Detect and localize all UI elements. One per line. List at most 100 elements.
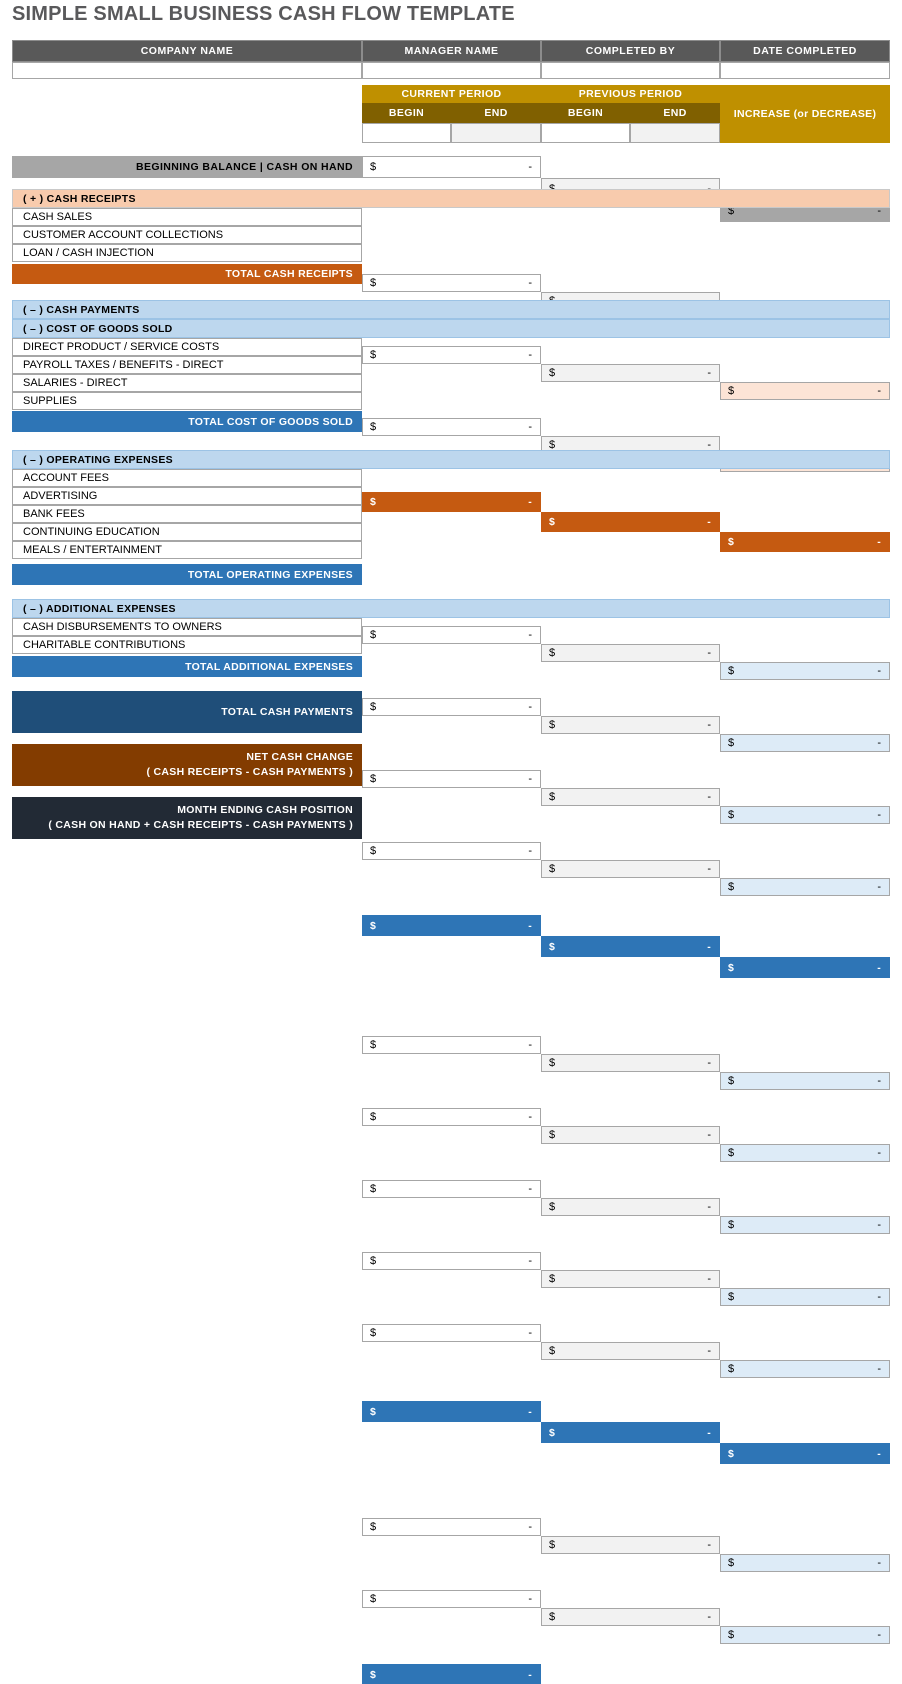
- row-value-salaries-direct-increase[interactable]: $ -: [720, 806, 890, 824]
- value-dash: -: [877, 1075, 881, 1087]
- value-dash: -: [877, 1219, 881, 1231]
- row-value-bank-fees-previous[interactable]: $ -: [541, 1198, 720, 1216]
- row-value-salaries-direct-previous[interactable]: $ -: [541, 788, 720, 806]
- value-dash: -: [528, 1668, 532, 1681]
- row-value-charitable-contributions-previous[interactable]: $ -: [541, 1608, 720, 1626]
- value-dash: -: [707, 1129, 711, 1141]
- period-header-previous: PREVIOUS PERIOD: [541, 85, 720, 103]
- row-value-customer-account-collections-increase[interactable]: $ -: [720, 382, 890, 400]
- period-input-current-end[interactable]: [451, 123, 541, 143]
- value-dash: -: [528, 349, 532, 361]
- row-value-direct-product-service-costs-increase[interactable]: $ -: [720, 662, 890, 680]
- value-dash: -: [707, 940, 711, 953]
- row-value-continuing-education-previous[interactable]: $ -: [541, 1270, 720, 1288]
- value-dash: -: [528, 421, 532, 433]
- currency-symbol: $: [370, 277, 377, 289]
- row-value-account-fees-increase[interactable]: $ -: [720, 1072, 890, 1090]
- value-dash: -: [707, 1611, 711, 1623]
- info-input-manager-name[interactable]: [362, 62, 541, 79]
- currency-symbol: $: [549, 367, 556, 379]
- row-value-advertising-previous[interactable]: $ -: [541, 1126, 720, 1144]
- summary-title: TOTAL CASH PAYMENTS: [221, 705, 353, 718]
- currency-symbol: $: [370, 1521, 377, 1533]
- row-value-supplies-current[interactable]: $ -: [362, 842, 541, 860]
- section-header-cash-payments: ( – ) CASH PAYMENTS: [12, 300, 890, 319]
- summary-label-month-ending-cash-position: MONTH ENDING CASH POSITION ( CASH ON HAN…: [12, 797, 362, 839]
- row-value-customer-account-collections-current[interactable]: $ -: [362, 346, 541, 364]
- row-value-direct-product-service-costs-current[interactable]: $ -: [362, 626, 541, 644]
- row-value-account-fees-previous[interactable]: $ -: [541, 1054, 720, 1072]
- info-input-date-completed[interactable]: [720, 62, 890, 79]
- currency-symbol: $: [728, 1075, 735, 1087]
- row-value-charitable-contributions-current[interactable]: $ -: [362, 1590, 541, 1608]
- value-dash: -: [707, 1426, 711, 1439]
- value-dash: -: [877, 1363, 881, 1375]
- row-value-continuing-education-increase[interactable]: $ -: [720, 1288, 890, 1306]
- row-label-payroll-taxes-benefits-direct: PAYROLL TAXES / BENEFITS - DIRECT: [12, 356, 362, 374]
- summary-label-net-cash-change: NET CASH CHANGE ( CASH RECEIPTS - CASH P…: [12, 744, 362, 786]
- row-value-supplies-previous[interactable]: $ -: [541, 860, 720, 878]
- currency-symbol: $: [728, 1219, 735, 1231]
- currency-symbol: $: [370, 629, 377, 641]
- currency-symbol: $: [728, 1147, 735, 1159]
- currency-symbol: $: [370, 773, 377, 785]
- value-dash: -: [877, 1291, 881, 1303]
- row-value-payroll-taxes-benefits-direct-current[interactable]: $ -: [362, 698, 541, 716]
- info-input-company-name[interactable]: [12, 62, 362, 79]
- row-value-salaries-direct-current[interactable]: $ -: [362, 770, 541, 788]
- row-value-cash-disbursements-to-owners-current[interactable]: $ -: [362, 1518, 541, 1536]
- value-dash: -: [707, 647, 711, 659]
- row-value-advertising-current[interactable]: $ -: [362, 1108, 541, 1126]
- row-value-account-fees-current[interactable]: $ -: [362, 1036, 541, 1054]
- currency-symbol: $: [728, 1291, 735, 1303]
- row-value-advertising-increase[interactable]: $ -: [720, 1144, 890, 1162]
- row-value-meals-entertainment-current[interactable]: $ -: [362, 1324, 541, 1342]
- info-input-completed-by[interactable]: [541, 62, 720, 79]
- value-dash: -: [877, 1557, 881, 1569]
- row-value-payroll-taxes-benefits-direct-increase[interactable]: $ -: [720, 734, 890, 752]
- period-header-current: CURRENT PERIOD: [362, 85, 541, 103]
- period-input-previous-end[interactable]: [630, 123, 720, 143]
- page-title: SIMPLE SMALL BUSINESS CASH FLOW TEMPLATE: [12, 3, 515, 25]
- row-value-direct-product-service-costs-previous[interactable]: $ -: [541, 644, 720, 662]
- row-label-salaries-direct: SALARIES - DIRECT: [12, 374, 362, 392]
- row-value-cash-disbursements-to-owners-previous[interactable]: $ -: [541, 1536, 720, 1554]
- currency-symbol: $: [370, 919, 377, 932]
- currency-symbol: $: [549, 1273, 556, 1285]
- value-dash: -: [528, 701, 532, 713]
- row-label-charitable-contributions: CHARITABLE CONTRIBUTIONS: [12, 636, 362, 654]
- value-dash: -: [877, 1147, 881, 1159]
- row-value-continuing-education-current[interactable]: $ -: [362, 1252, 541, 1270]
- currency-symbol: $: [370, 701, 377, 713]
- currency-symbol: $: [549, 1611, 556, 1623]
- value-dash: -: [707, 367, 711, 379]
- row-value-bank-fees-current[interactable]: $ -: [362, 1180, 541, 1198]
- row-value-loan-cash-injection-current[interactable]: $ -: [362, 418, 541, 436]
- row-value-payroll-taxes-benefits-direct-previous[interactable]: $ -: [541, 716, 720, 734]
- row-label-cash-disbursements-to-owners: CASH DISBURSEMENTS TO OWNERS: [12, 618, 362, 636]
- beginning-balance-value-current[interactable]: $ -: [362, 156, 541, 178]
- row-label-meals-entertainment: MEALS / ENTERTAINMENT: [12, 541, 362, 559]
- row-value-cash-disbursements-to-owners-increase[interactable]: $ -: [720, 1554, 890, 1572]
- row-value-charitable-contributions-increase[interactable]: $ -: [720, 1626, 890, 1644]
- period-input-previous-begin[interactable]: [541, 123, 630, 143]
- currency-symbol: $: [728, 809, 735, 821]
- row-value-meals-entertainment-previous[interactable]: $ -: [541, 1342, 720, 1360]
- value-dash: -: [877, 961, 881, 974]
- currency-symbol: $: [549, 1129, 556, 1141]
- currency-symbol: $: [549, 1345, 556, 1357]
- period-subheader-previous-begin: BEGIN: [541, 103, 630, 123]
- row-value-bank-fees-increase[interactable]: $ -: [720, 1216, 890, 1234]
- row-value-meals-entertainment-increase[interactable]: $ -: [720, 1360, 890, 1378]
- value-dash: -: [528, 1521, 532, 1533]
- currency-symbol: $: [728, 1557, 735, 1569]
- value-dash: -: [877, 1447, 881, 1460]
- summary-title: NET CASH CHANGE: [246, 751, 353, 763]
- row-value-customer-account-collections-previous[interactable]: $ -: [541, 364, 720, 382]
- section-subheader-cost-of-goods-sold: ( – ) COST OF GOODS SOLD: [12, 319, 890, 338]
- row-value-supplies-increase[interactable]: $ -: [720, 878, 890, 896]
- currency-symbol: $: [728, 1629, 735, 1641]
- row-value-cash-sales-current[interactable]: $ -: [362, 274, 541, 292]
- value-dash: -: [707, 1201, 711, 1213]
- period-input-current-begin[interactable]: [362, 123, 451, 143]
